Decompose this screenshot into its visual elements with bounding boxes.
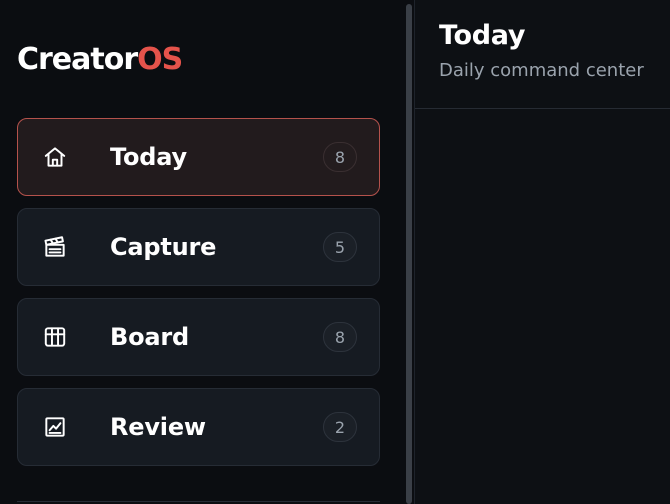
sidebar-item-label: Today (110, 143, 187, 171)
sidebar-item-review[interactable]: Review 2 (17, 388, 380, 466)
sidebar-scrollbar[interactable] (403, 0, 415, 504)
sidebar-divider (17, 501, 380, 502)
app-window: CreatorOS Today 8 Capture 5 Board 8 Revi… (0, 0, 670, 504)
main-panel: Today Daily command center (415, 0, 670, 504)
sidebar: CreatorOS Today 8 Capture 5 Board 8 Revi… (0, 0, 403, 504)
count-badge: 8 (323, 142, 357, 172)
count-badge: 5 (323, 232, 357, 262)
scrollbar-thumb[interactable] (406, 4, 412, 504)
brand-logo[interactable]: CreatorOS (17, 40, 183, 80)
sidebar-item-label: Board (110, 323, 189, 351)
home-icon (42, 144, 68, 170)
chart-icon (42, 414, 68, 440)
grid-board-icon (42, 324, 68, 350)
sidebar-item-capture[interactable]: Capture 5 (17, 208, 380, 286)
brand-name-main: Creator (17, 42, 138, 77)
main-header: Today Daily command center (415, 0, 670, 109)
clapperboard-icon (42, 234, 68, 260)
sidebar-item-label: Review (110, 413, 206, 441)
count-badge: 8 (323, 322, 357, 352)
sidebar-nav: Today 8 Capture 5 Board 8 Review 2 (17, 118, 380, 478)
count-badge: 2 (323, 412, 357, 442)
brand-name-accent: OS (137, 42, 183, 77)
page-subtitle: Daily command center (439, 60, 644, 81)
sidebar-item-today[interactable]: Today 8 (17, 118, 380, 196)
sidebar-item-board[interactable]: Board 8 (17, 298, 380, 376)
sidebar-item-label: Capture (110, 233, 217, 261)
page-title: Today (439, 20, 526, 51)
